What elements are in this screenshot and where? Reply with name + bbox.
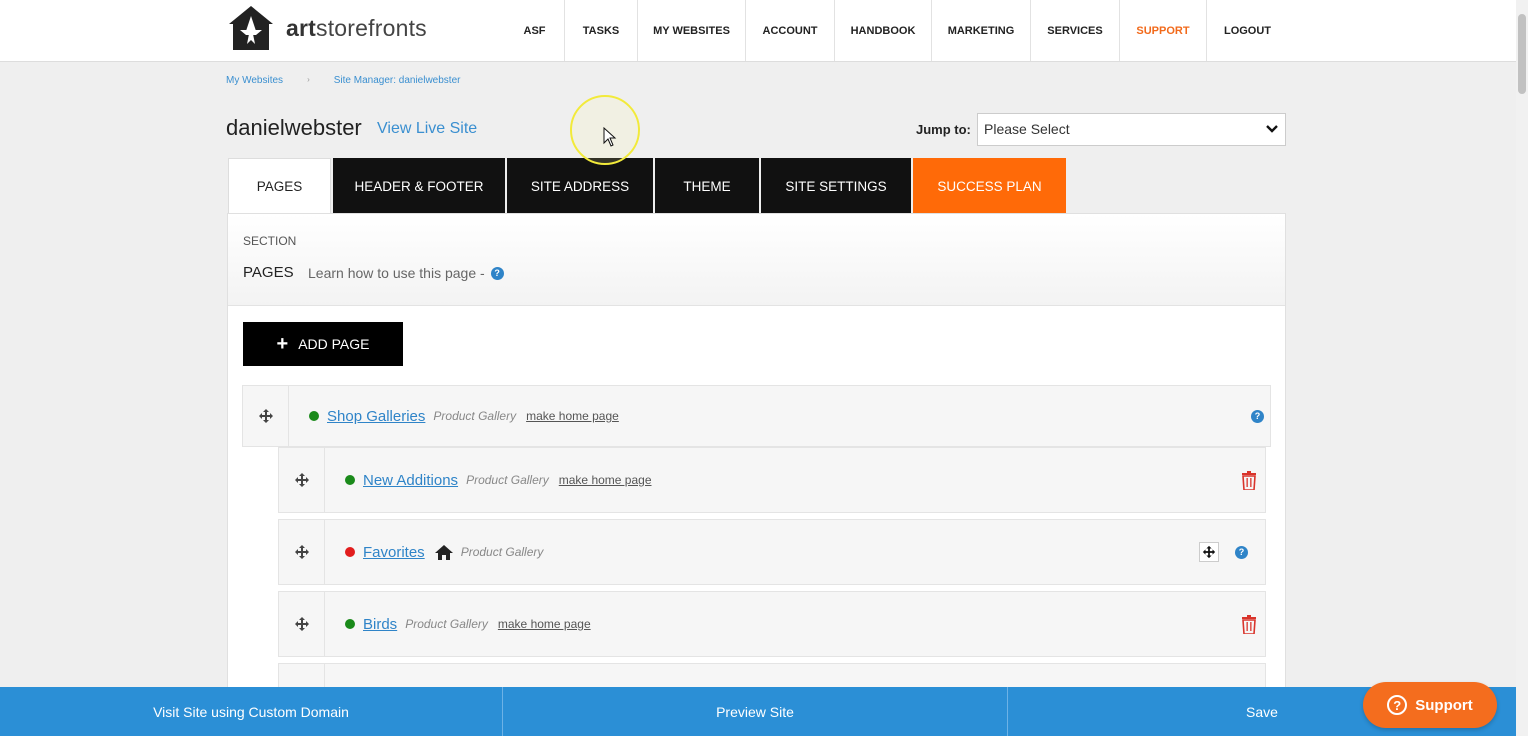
site-title: danielwebster [226, 115, 362, 140]
tab-site-settings[interactable]: SITE SETTINGS [761, 158, 911, 214]
site-manager-tabs: PAGES HEADER & FOOTER SITE ADDRESS THEME… [228, 158, 1068, 214]
page-type: Product Gallery [433, 409, 517, 423]
home-icon [434, 544, 453, 560]
add-page-label: ADD PAGE [298, 336, 370, 352]
nav-asf[interactable]: ASF [505, 0, 565, 61]
page-type: Product Gallery [405, 617, 488, 631]
section-header: SECTION PAGES Learn how to use this page… [228, 214, 1285, 306]
move-arrows-icon [1202, 545, 1216, 559]
page-link-shop-galleries[interactable]: Shop Galleries [327, 408, 425, 425]
nav-account[interactable]: ACCOUNT [746, 0, 835, 61]
drag-handle[interactable] [279, 592, 325, 656]
nav-my-websites[interactable]: MY WEBSITES [638, 0, 746, 61]
move-arrows-icon [294, 617, 309, 631]
support-label: Support [1415, 696, 1473, 714]
trash-icon[interactable] [1241, 614, 1257, 634]
house-logo-icon [229, 6, 273, 50]
jump-to-value: Please Select [984, 121, 1070, 137]
main-nav: ASF TASKS MY WEBSITES ACCOUNT HANDBOOK M… [505, 0, 1288, 61]
drag-handle[interactable] [243, 386, 289, 446]
scrollbar-thumb[interactable] [1518, 14, 1526, 94]
status-unpublished-icon [345, 547, 355, 557]
breadcrumb-site-manager[interactable]: Site Manager: danielwebster [334, 75, 461, 86]
page-row-shop-galleries: Shop Galleries Product Gallery make home… [242, 385, 1271, 447]
tab-success-plan[interactable]: SUCCESS PLAN [913, 158, 1066, 214]
move-icon[interactable] [1199, 542, 1219, 562]
tab-site-address[interactable]: SITE ADDRESS [507, 158, 653, 214]
nav-support[interactable]: SUPPORT [1120, 0, 1207, 61]
page-link-favorites[interactable]: Favorites [363, 544, 425, 561]
section-help: Learn how to use this page - ? [308, 265, 504, 281]
move-arrows-icon [258, 409, 273, 423]
tab-header-footer[interactable]: HEADER & FOOTER [333, 158, 505, 214]
move-arrows-icon [294, 473, 309, 487]
breadcrumb-my-websites[interactable]: My Websites [226, 75, 283, 86]
status-published-icon [309, 411, 319, 421]
chevron-down-icon [1266, 125, 1278, 133]
view-live-site-link[interactable]: View Live Site [377, 120, 477, 138]
page-type: Product Gallery [460, 545, 544, 559]
page-row-new-additions: New Additions Product Gallery make home … [278, 447, 1266, 513]
plus-icon: + [276, 333, 289, 355]
drag-handle[interactable] [279, 520, 325, 584]
question-circle-icon[interactable]: ? [490, 266, 504, 280]
section-name: PAGES [243, 264, 294, 281]
breadcrumb: My Websites › Site Manager: danielwebste… [226, 75, 460, 86]
page-type: Product Gallery [466, 473, 549, 487]
logo-text-bold: art [286, 14, 317, 41]
tab-pages[interactable]: PAGES [228, 158, 331, 214]
page-link-birds[interactable]: Birds [363, 616, 397, 633]
section-help-text: Learn how to use this page - [308, 265, 485, 281]
top-navigation-bar: artstorefronts ASF TASKS MY WEBSITES ACC… [0, 0, 1516, 62]
make-home-page-link[interactable]: make home page [498, 617, 591, 631]
make-home-page-link[interactable]: make home page [526, 409, 619, 423]
page-row-favorites: Favorites Product Gallery ? [278, 519, 1266, 585]
question-circle-icon[interactable]: ? [1251, 409, 1264, 423]
nav-logout[interactable]: LOGOUT [1207, 0, 1288, 61]
question-circle-icon: ? [1387, 695, 1408, 715]
status-published-icon [345, 619, 355, 629]
nav-marketing[interactable]: MARKETING [932, 0, 1031, 61]
artstorefronts-logo[interactable]: artstorefronts [226, 4, 427, 52]
jump-to-label: Jump to: [916, 122, 971, 137]
preview-site-button[interactable]: Preview Site [503, 687, 1008, 736]
support-chat-button[interactable]: ? Support [1363, 682, 1497, 728]
breadcrumb-separator: › [307, 75, 310, 84]
bottom-action-bar: Visit Site using Custom Domain Preview S… [0, 687, 1516, 736]
pages-panel: SECTION PAGES Learn how to use this page… [227, 213, 1286, 703]
status-published-icon [345, 475, 355, 485]
page-row-birds: Birds Product Gallery make home page [278, 591, 1266, 657]
vertical-scrollbar[interactable] [1516, 0, 1528, 736]
make-home-page-link[interactable]: make home page [559, 473, 652, 487]
add-page-button[interactable]: + ADD PAGE [243, 322, 403, 366]
move-arrows-icon [294, 545, 309, 559]
section-kicker: SECTION [243, 234, 297, 248]
visit-custom-domain-button[interactable]: Visit Site using Custom Domain [0, 687, 503, 736]
question-circle-icon[interactable]: ? [1235, 545, 1248, 559]
logo-text-rest: storefronts [316, 14, 427, 41]
nav-tasks[interactable]: TASKS [565, 0, 638, 61]
jump-to-select[interactable]: Please Select [977, 113, 1286, 146]
nav-services[interactable]: SERVICES [1031, 0, 1120, 61]
page-link-new-additions[interactable]: New Additions [363, 472, 458, 489]
drag-handle[interactable] [279, 448, 325, 512]
nav-handbook[interactable]: HANDBOOK [835, 0, 932, 61]
trash-icon[interactable] [1241, 470, 1257, 490]
mouse-pointer-icon [603, 127, 617, 147]
tab-theme[interactable]: THEME [655, 158, 759, 214]
